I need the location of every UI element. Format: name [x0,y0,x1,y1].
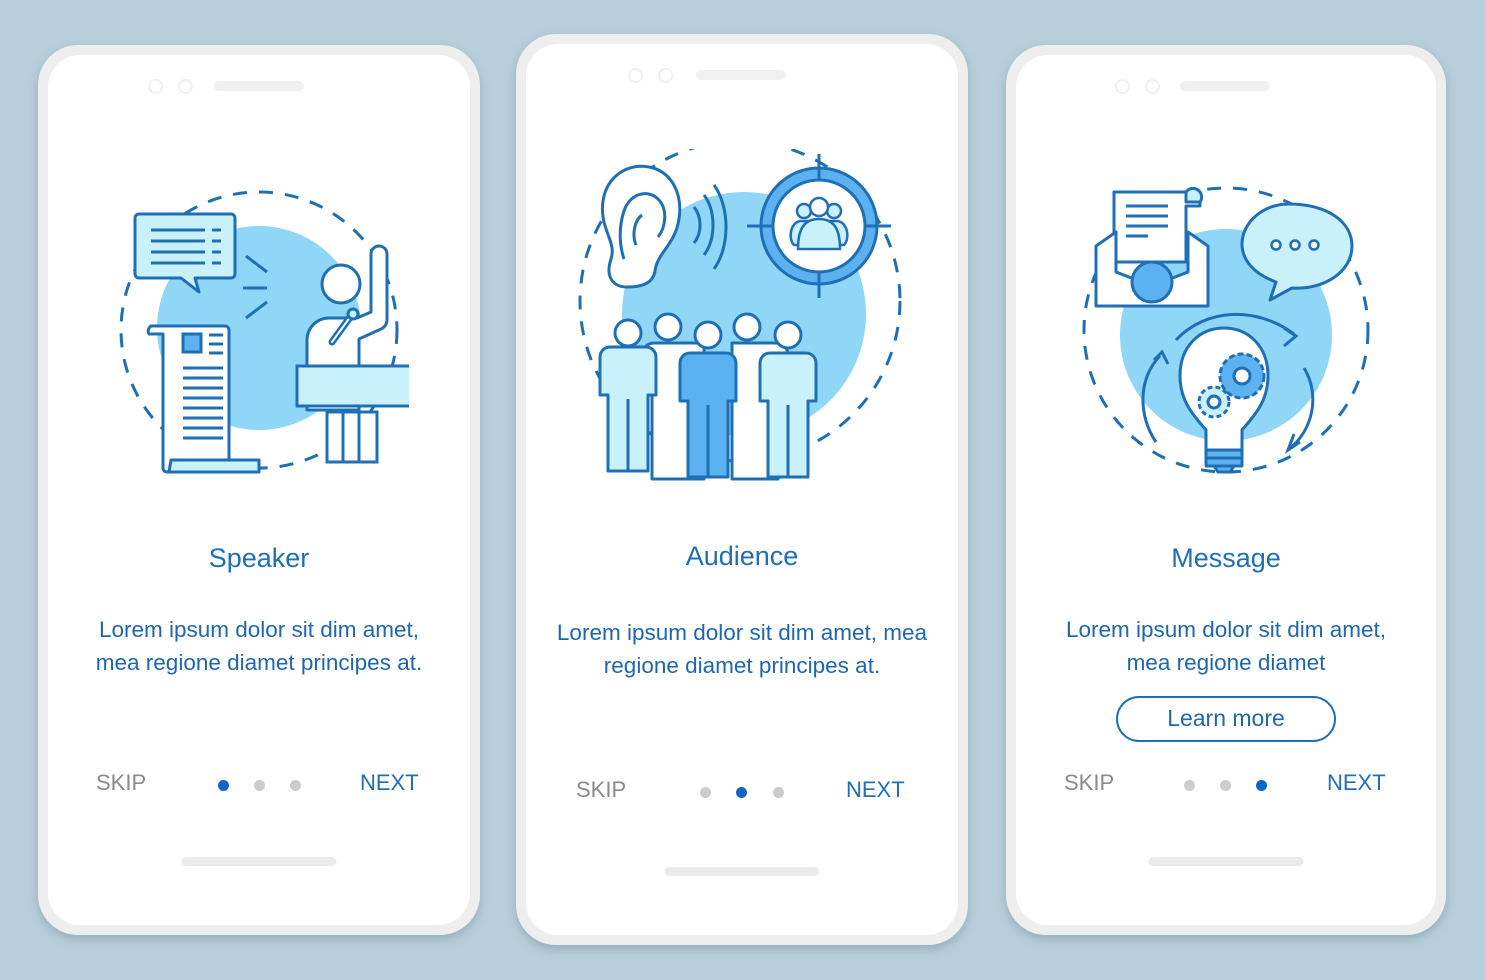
phone-top-bar [1016,79,1436,95]
earpiece-slot [214,81,304,91]
phone-mockup-audience: Audience Lorem ipsum dolor sit dim amet,… [516,34,968,945]
home-indicator [664,867,820,876]
screen-description: Lorem ipsum dolor sit dim amet, mea regi… [1065,617,1387,675]
lightbulb-gears-icon [1178,326,1270,474]
phone-top-bar [526,68,958,84]
message-illustration [1016,180,1436,480]
next-button[interactable]: NEXT [360,770,419,796]
onboarding-nav: SKIP NEXT [48,770,470,800]
camera-dot-icon [628,68,643,83]
phone-mockup-message: Message Lorem ipsum dolor sit dim amet, … [1006,45,1446,935]
envelope-letter-icon [1094,186,1210,308]
onboarding-nav: SKIP NEXT [1016,770,1436,800]
onboarding-screen-message: Message Lorem ipsum dolor sit dim amet, … [1016,55,1436,925]
page-dot-1[interactable] [218,780,229,791]
audience-illustration-svg [578,149,902,481]
page-dot-3[interactable] [773,787,784,798]
skip-button[interactable]: SKIP [1064,770,1114,796]
phone-mockup-speaker: Speaker Lorem ipsum dolor sit dim amet, … [38,45,480,935]
page-dot-2[interactable] [736,787,747,798]
camera-dot-icon [148,79,163,94]
onboarding-nav: SKIP NEXT [526,777,958,807]
phone-top-bar [48,79,470,95]
home-indicator [181,857,337,866]
crowd-icon [598,312,818,481]
audience-illustration [526,149,958,494]
next-button[interactable]: NEXT [1327,770,1386,796]
screen-title: Message [1171,543,1281,573]
sensor-dot-icon [178,79,193,94]
learn-more-button[interactable]: Learn more [1116,696,1336,742]
message-illustration-svg [1082,186,1370,474]
skip-button[interactable]: SKIP [96,770,146,796]
screen-title: Speaker [208,543,310,573]
skip-button[interactable]: SKIP [576,777,626,803]
screen-description: Lorem ipsum dolor sit dim amet, mea regi… [95,617,423,675]
page-dot-3[interactable] [290,780,301,791]
earpiece-slot [696,70,786,80]
speaker-illustration [48,180,470,480]
page-dot-2[interactable] [254,780,265,791]
speaker-illustration-svg [119,190,409,474]
page-dot-3[interactable] [1256,780,1267,791]
onboarding-screen-speaker: Speaker Lorem ipsum dolor sit dim amet, … [48,55,470,925]
page-dot-2[interactable] [1220,780,1231,791]
next-button[interactable]: NEXT [846,777,905,803]
home-indicator [1148,857,1304,866]
camera-dot-icon [1115,79,1130,94]
page-dot-1[interactable] [1184,780,1195,791]
onboarding-screen-audience: Audience Lorem ipsum dolor sit dim amet,… [526,44,958,935]
screen-description: Lorem ipsum dolor sit dim amet, mea regi… [556,620,928,678]
sensor-dot-icon [1145,79,1160,94]
earpiece-slot [1180,81,1270,91]
page-dot-1[interactable] [700,787,711,798]
screen-title: Audience [685,541,799,571]
sensor-dot-icon [658,68,673,83]
